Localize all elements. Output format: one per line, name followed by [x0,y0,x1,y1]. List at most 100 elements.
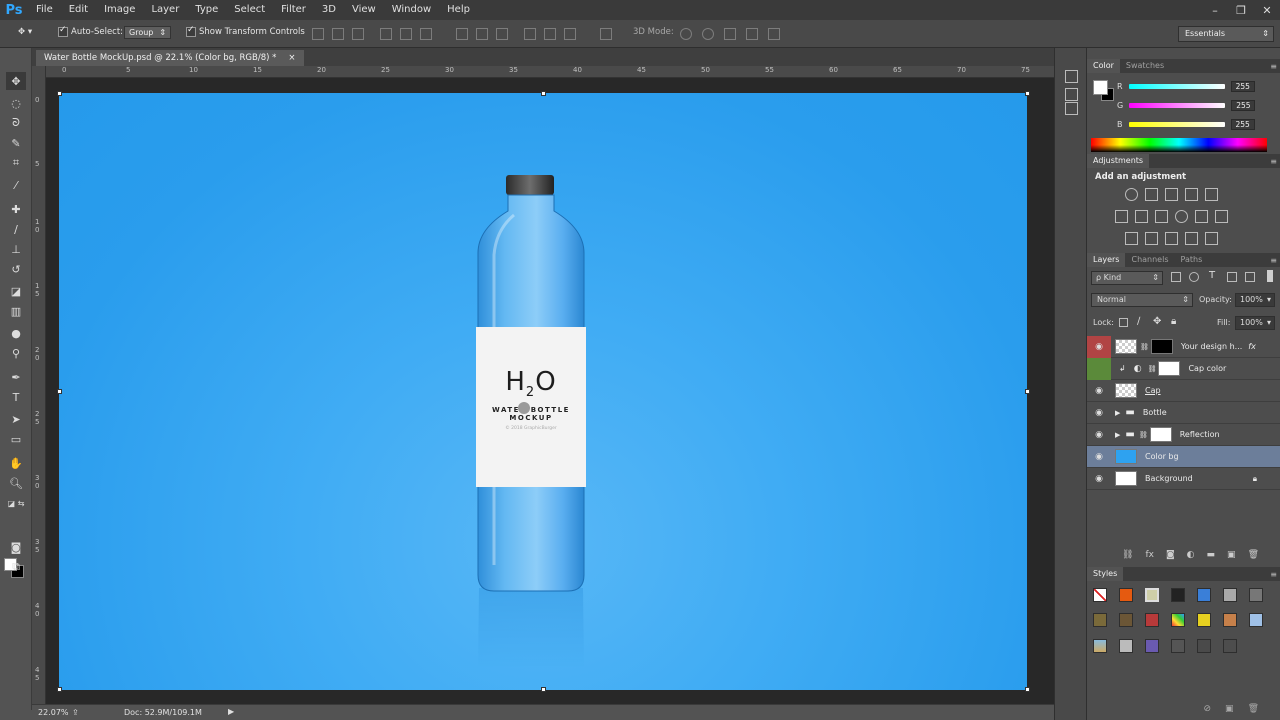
red-channel-slider[interactable]: R 255 [1117,80,1255,92]
blur-tool-icon[interactable]: ● [6,324,26,342]
restore-button[interactable]: ❐ [1228,0,1254,20]
close-tab-icon[interactable]: × [288,53,295,63]
layer-row[interactable]: ◉ Cap [1087,380,1280,402]
panel-menu-icon[interactable]: ≡ [1270,62,1277,71]
eye-icon[interactable]: ◉ [1087,446,1111,468]
layer-filter-dropdown[interactable]: ρ Kind ⇕ [1091,271,1163,285]
history-panel-icon[interactable] [1065,70,1078,83]
align-hcenter-icon[interactable] [400,28,412,40]
menu-type[interactable]: Type [187,0,226,20]
link-layers-icon[interactable]: ⛓ [1122,550,1133,566]
default-colors-icon[interactable]: ◪ ⇆ [6,494,26,512]
color-lookup-icon[interactable] [1215,210,1228,223]
transform-handle[interactable] [1025,91,1030,96]
transform-handle[interactable] [57,389,62,394]
show-transform-option[interactable]: Show Transform Controls [186,25,305,37]
workspace-dropdown[interactable]: Essentials ⇕ [1178,26,1274,42]
filter-type-icon[interactable]: T [1209,270,1215,281]
zoom-level[interactable]: 22.07% [38,708,69,717]
auto-align-icon[interactable] [600,28,612,40]
tab-styles[interactable]: Styles [1087,567,1124,581]
gradient-tool-icon[interactable]: ▥ [6,302,26,320]
water-bottle[interactable]: H2O WATER BOTTLE MOCKUP © 2018 GraphicBu… [476,175,586,595]
menu-image[interactable]: Image [96,0,143,20]
style-swatch[interactable] [1223,639,1237,653]
gradient-map-icon[interactable] [1205,232,1218,245]
dodge-tool-icon[interactable]: ⚲ [6,344,26,362]
pen-tool-icon[interactable]: ✒ [6,368,26,386]
tab-paths[interactable]: Paths [1175,253,1209,267]
layer-mask-thumbnail[interactable] [1149,427,1172,442]
layer-row[interactable]: ◉ ⛓ Your design h... fx [1087,335,1280,358]
healing-brush-tool-icon[interactable]: ✚ [6,200,26,218]
photo-filter-icon[interactable] [1175,210,1188,223]
tab-adjustments[interactable]: Adjustments [1087,154,1150,168]
lock-all-icon[interactable]: 🔒︎ [1171,316,1176,327]
align-top-icon[interactable] [312,28,324,40]
transform-handle[interactable] [541,687,546,692]
3d-pan-icon[interactable] [724,28,736,40]
color-spectrum[interactable] [1091,138,1267,152]
style-swatch[interactable] [1223,613,1237,627]
clone-stamp-tool-icon[interactable]: ⊥ [6,240,26,258]
red-track[interactable] [1128,83,1225,89]
quick-mask-icon[interactable]: ◙ [6,538,26,556]
distribute-right-icon[interactable] [564,28,576,40]
channel-mixer-icon[interactable] [1195,210,1208,223]
distribute-vcenter-icon[interactable] [476,28,488,40]
posterize-icon[interactable] [1145,232,1158,245]
new-style-icon[interactable]: ▣ [1225,704,1234,718]
clear-style-icon[interactable]: ⊘ [1204,704,1212,718]
eye-icon[interactable]: ◉ [1087,402,1111,424]
new-layer-icon[interactable]: ▣ [1227,550,1236,566]
menu-filter[interactable]: Filter [273,0,314,20]
properties-panel-icon[interactable] [1065,88,1078,101]
show-transform-checkbox[interactable] [186,25,196,37]
move-tool-icon[interactable]: ✥ ▾ [18,27,32,37]
lock-transparent-icon[interactable] [1119,318,1128,327]
layer-mask-thumbnail[interactable] [1150,339,1173,354]
menu-layer[interactable]: Layer [143,0,187,20]
menu-help[interactable]: Help [439,0,478,20]
style-swatch[interactable] [1145,613,1159,627]
style-swatch[interactable] [1249,613,1263,627]
blend-mode-dropdown[interactable]: Normal ⇕ [1091,293,1193,307]
layer-row[interactable]: ◉ Background 🔒︎ [1087,468,1280,490]
eye-icon[interactable]: ◉ [1087,424,1111,446]
3d-slide-icon[interactable] [746,28,758,40]
filter-shape-icon[interactable] [1227,272,1237,282]
align-right-icon[interactable] [420,28,432,40]
color-balance-icon[interactable] [1135,210,1148,223]
menu-window[interactable]: Window [384,0,439,20]
menu-file[interactable]: File [28,0,61,20]
eraser-tool-icon[interactable]: ◪ [6,282,26,300]
style-swatch[interactable] [1197,613,1211,627]
expand-arrow-icon[interactable]: ▶ [1115,409,1120,417]
transform-handle[interactable] [57,687,62,692]
delete-style-icon[interactable]: 🗑︎ [1248,704,1259,718]
threshold-icon[interactable] [1165,232,1178,245]
distribute-bottom-icon[interactable] [496,28,508,40]
selective-color-icon[interactable] [1185,232,1198,245]
filter-toggle-icon[interactable] [1267,270,1273,282]
align-bottom-icon[interactable] [352,28,364,40]
auto-select-checkbox[interactable] [58,25,68,37]
screen-mode-icon[interactable]: ⧉ [6,558,26,576]
style-swatch[interactable] [1093,613,1107,627]
rectangle-tool-icon[interactable]: ▭ [6,430,26,448]
add-mask-icon[interactable]: ◙ [1166,550,1175,566]
curves-icon[interactable] [1165,188,1178,201]
opacity-field[interactable]: 100% ▾ [1235,293,1275,307]
style-swatch[interactable] [1145,588,1159,602]
green-track[interactable] [1129,102,1226,108]
vibrance-icon[interactable] [1205,188,1218,201]
style-swatch-none[interactable] [1093,588,1107,602]
panel-menu-icon[interactable]: ≡ [1270,570,1277,579]
status-menu-arrow-icon[interactable]: ▶ [228,707,234,716]
eye-icon[interactable]: ◉ [1087,468,1111,490]
brightness-icon[interactable] [1125,188,1138,201]
align-vcenter-icon[interactable] [332,28,344,40]
zoom-tool-icon[interactable]: 🔍︎ [6,474,26,492]
tab-channels[interactable]: Channels [1125,253,1174,267]
style-swatch[interactable] [1223,588,1237,602]
